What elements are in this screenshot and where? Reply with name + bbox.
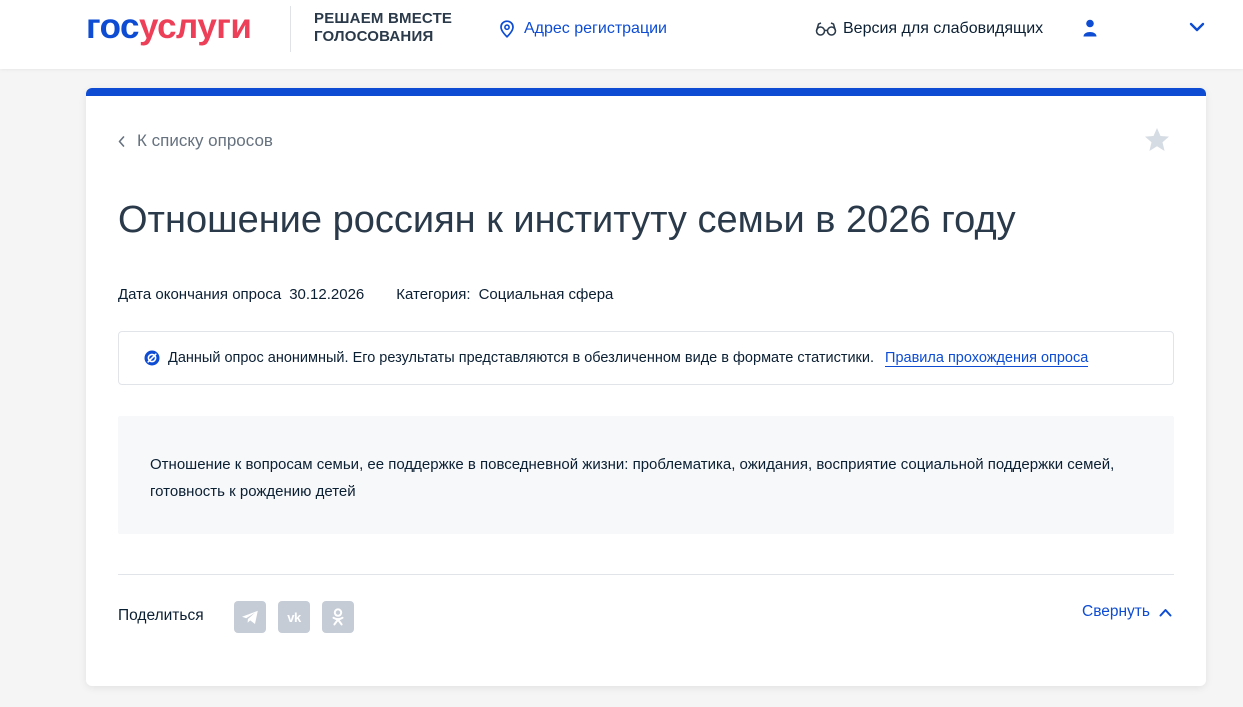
card-accent-bar — [86, 88, 1206, 96]
divider — [118, 574, 1174, 575]
share-telegram-button[interactable] — [234, 601, 266, 633]
poll-card: К списку опросов Отношение россиян к инс… — [86, 88, 1206, 686]
share-ok-button[interactable] — [322, 601, 354, 633]
chevron-down-icon[interactable] — [1189, 20, 1205, 38]
anonymous-icon — [144, 350, 160, 366]
telegram-icon — [242, 610, 258, 624]
address-link[interactable]: Адрес регистрации — [499, 19, 667, 39]
gosuslugi-logo[interactable]: госуслуги — [86, 7, 252, 46]
collapse-button[interactable]: Свернуть — [1082, 602, 1172, 622]
end-date-value: 30.12.2026 — [289, 286, 365, 303]
share-vk-button[interactable]: vk — [278, 601, 310, 633]
chevron-up-icon — [1159, 608, 1172, 616]
tagline[interactable]: РЕШАЕМ ВМЕСТЕ ГОЛОСОВАНИЯ — [314, 10, 452, 46]
logo-part-gos: гос — [86, 7, 140, 46]
header-divider — [290, 6, 291, 52]
logo-part-uslugi: услуги — [139, 7, 252, 46]
location-pin-icon — [500, 20, 514, 38]
category-value: Социальная сфера — [478, 286, 614, 303]
tagline-line-1: РЕШАЕМ ВМЕСТЕ — [314, 10, 453, 27]
favorite-star-icon[interactable] — [1144, 127, 1170, 157]
low-vision-label: Версия для слабовидящих — [843, 20, 1044, 37]
glasses-icon — [815, 22, 837, 36]
collapse-label: Свернуть — [1082, 603, 1150, 620]
poll-rules-link[interactable]: Правила прохождения опроса — [885, 350, 1089, 367]
end-date-label: Дата окончания опроса — [118, 286, 282, 303]
poll-title: Отношение россиян к институту семьи в 20… — [118, 199, 1016, 241]
share-label: Поделиться — [118, 607, 204, 624]
odnoklassniki-icon — [332, 608, 344, 626]
back-label: К списку опросов — [137, 131, 273, 150]
tagline-line-2: ГОЛОСОВАНИЯ — [314, 28, 434, 45]
end-date: Дата окончания опроса 30.12.2026 — [118, 286, 364, 303]
address-label: Адрес регистрации — [524, 20, 667, 37]
description-text: Отношение к вопросам семьи, ее поддержке… — [150, 456, 1115, 500]
back-to-polls-link[interactable]: К списку опросов — [118, 131, 273, 151]
low-vision-toggle[interactable]: Версия для слабовидящих — [815, 19, 1043, 39]
chevron-left-icon — [118, 135, 125, 147]
user-icon[interactable] — [1082, 19, 1098, 42]
poll-meta: Дата окончания опроса 30.12.2026 Категори… — [118, 286, 613, 303]
notice-text: Данный опрос анонимный. Его результаты п… — [168, 350, 875, 366]
vk-icon: vk — [287, 609, 301, 625]
category-label: Категория: — [396, 286, 471, 303]
category: Категория: Социальная сфера — [396, 286, 613, 303]
anonymous-notice: Данный опрос анонимный. Его результаты п… — [118, 331, 1174, 385]
header: госуслуги РЕШАЕМ ВМЕСТЕ ГОЛОСОВАНИЯ Адре… — [0, 0, 1243, 69]
poll-description: Отношение к вопросам семьи, ее поддержке… — [118, 416, 1174, 534]
